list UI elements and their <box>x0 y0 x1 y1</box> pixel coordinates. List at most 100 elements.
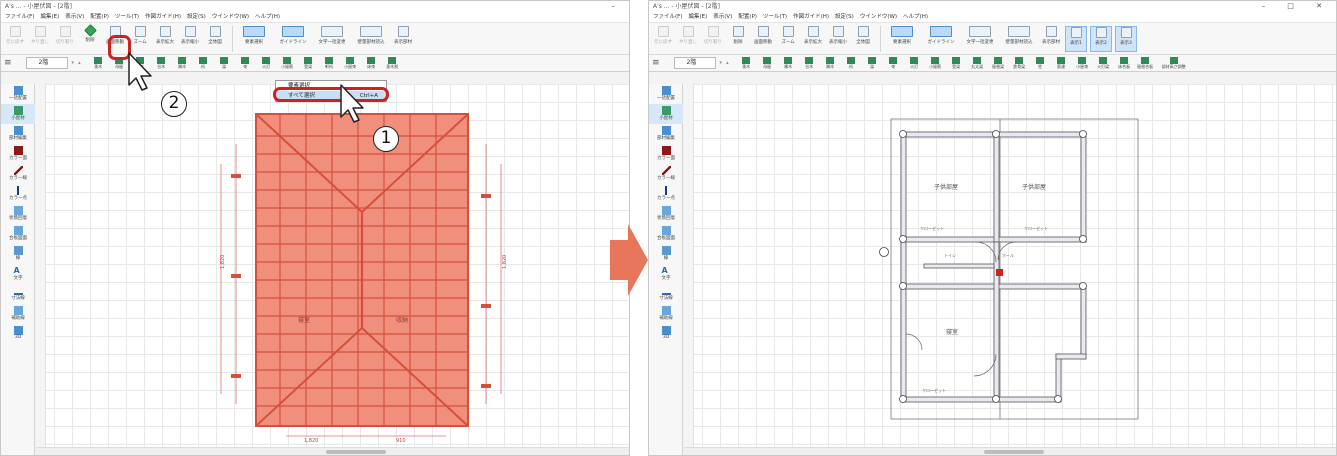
menu-settings[interactable]: 設定(S) <box>187 12 206 22</box>
undo-button[interactable]: 元に戻す <box>4 26 26 52</box>
menu-edit[interactable]: 編集(E) <box>40 12 59 22</box>
tool-climb-beam[interactable]: 登梁 <box>947 56 966 71</box>
menu-file[interactable]: ファイル(F) <box>653 12 682 22</box>
tool-brace[interactable]: 火打 <box>257 56 276 71</box>
horizontal-scrollbar[interactable] <box>36 447 629 455</box>
palette-aux-line[interactable]: 補助線 <box>649 304 683 324</box>
window-controls[interactable]: – <box>612 1 626 12</box>
palette-dimension[interactable]: 寸法線 <box>649 284 683 304</box>
tool-strut[interactable]: 束 <box>884 56 903 71</box>
delete-button[interactable]: 削除 <box>79 24 101 52</box>
tool-roof-plywood[interactable]: 屋根合板 <box>1136 56 1155 71</box>
tool-roof-post[interactable]: 小屋束 <box>1073 56 1092 71</box>
redo-button[interactable]: やり直し <box>677 26 699 52</box>
display-2-button[interactable]: 表示2 <box>1090 26 1112 52</box>
tool-brace[interactable]: 火打 <box>905 56 924 71</box>
palette-color-face[interactable]: カラー面 <box>649 144 683 164</box>
floor-down-arrow-icon[interactable]: ▾ <box>72 60 75 66</box>
zoom-in-button[interactable]: 表示拡大 <box>154 26 176 52</box>
text-batch-button[interactable]: 文字一括変更 <box>314 26 350 52</box>
menu-place[interactable]: 配置(P) <box>90 12 109 22</box>
palette-roof-members[interactable]: 小屋材 <box>649 104 683 124</box>
palette-color-point[interactable]: カラー点 <box>1 184 35 204</box>
guideline-button[interactable]: ガイドライン <box>923 26 959 52</box>
menu-edit[interactable]: 編集(E) <box>688 12 707 22</box>
palette-line[interactable]: 線 <box>1 244 35 264</box>
tool-strut[interactable]: 束 <box>236 56 255 71</box>
tool-girder[interactable]: 桁 <box>194 56 213 71</box>
undo-button[interactable]: 元に戻す <box>652 26 674 52</box>
tool-roof-beam[interactable]: 屋根梁 <box>989 56 1008 71</box>
zoom-button[interactable]: ズーム <box>129 26 151 52</box>
menu-help[interactable]: ヘルプ(H) <box>255 12 280 22</box>
tool-beam[interactable]: 梁 <box>863 56 882 71</box>
menu-lines-icon[interactable]: ≡ <box>652 58 660 68</box>
palette-aux-line[interactable]: 補助線 <box>1 304 35 324</box>
palette-color-line[interactable]: カラー線 <box>1 164 35 184</box>
tool-roof-brace[interactable]: 小屋筋 <box>278 56 297 71</box>
tool-beam[interactable]: 梁 <box>215 56 234 71</box>
palette-color-point[interactable]: カラー点 <box>649 184 683 204</box>
menu-view[interactable]: 表示(V) <box>65 12 84 22</box>
menu-guide[interactable]: 作図ガイド(H) <box>793 12 829 22</box>
menu-view[interactable]: 表示(V) <box>713 12 732 22</box>
tool-rafter[interactable]: 垂木 <box>89 56 108 71</box>
tool-brace-beam[interactable]: 火打梁 <box>1094 56 1113 71</box>
cut-button[interactable]: 切り取り <box>702 26 724 52</box>
menu-window[interactable]: ウインドウ(W) <box>860 12 897 22</box>
menu-help[interactable]: ヘルプ(H) <box>903 12 928 22</box>
palette-dimension[interactable]: 寸法線 <box>1 284 35 304</box>
tool-column[interactable]: 柱 <box>1031 56 1050 71</box>
load-wall-members-button[interactable]: 壁量部材読込 <box>353 26 389 52</box>
guideline-button[interactable]: ガイドライン <box>275 26 311 52</box>
select-element-button[interactable]: 要素選択 <box>236 26 272 52</box>
tool-rafter[interactable]: 垂木 <box>737 56 756 71</box>
redo-button[interactable]: やり直し <box>29 26 51 52</box>
floor-down-arrow-icon[interactable]: ▾ <box>720 60 723 66</box>
menu-tool[interactable]: ツール(T) <box>115 12 139 22</box>
tool-bracing[interactable]: 筋違 <box>1052 56 1071 71</box>
palette-line[interactable]: 線 <box>649 244 683 264</box>
menu-window[interactable]: ウインドウ(W) <box>212 12 249 22</box>
zoom-out-button[interactable]: 表示縮小 <box>827 26 849 52</box>
select-element-button[interactable]: 要素選択 <box>884 26 920 52</box>
display-members-button[interactable]: 表示部材 <box>392 26 414 52</box>
fit-all-button[interactable]: 全体図 <box>852 26 874 52</box>
palette-member-edit[interactable]: 部材編集 <box>1 124 35 144</box>
zoom-button[interactable]: ズーム <box>777 26 799 52</box>
tool-hip[interactable]: 隅木 <box>173 56 192 71</box>
palette-plywood[interactable]: 合板図面 <box>649 224 683 244</box>
palette-restore[interactable]: 状態回復 <box>649 204 683 224</box>
tool-roof-post[interactable]: 小屋束 <box>341 56 360 71</box>
palette-batch-place[interactable]: 一括配置 <box>649 84 683 104</box>
display-1-button[interactable]: 表示1 <box>1065 26 1087 52</box>
tool-floor-post[interactable]: 床束 <box>362 56 381 71</box>
load-wall-members-button[interactable]: 壁量部材読込 <box>1001 26 1037 52</box>
display-3-button[interactable]: 表示3 <box>1115 26 1137 52</box>
palette-text[interactable]: A 文字 <box>649 264 683 284</box>
floor-select[interactable]: 2階 <box>25 57 68 69</box>
zoom-out-button[interactable]: 表示縮小 <box>179 26 201 52</box>
palette-restore[interactable]: 状態回復 <box>1 204 35 224</box>
tool-steel-beam[interactable]: 鉄骨梁 <box>1010 56 1029 71</box>
tool-floor-plywood[interactable]: 床合板 <box>1115 56 1134 71</box>
drawing-canvas[interactable]: 寝室 収納 1,820 1,820 1,820 910 <box>36 84 629 447</box>
tool-purlin[interactable]: 母屋 <box>758 56 777 71</box>
palette-batch-place[interactable]: 一括配置 <box>1 84 35 104</box>
scrollbar-thumb[interactable] <box>984 450 1044 454</box>
cut-button[interactable]: 切り取り <box>54 26 76 52</box>
menu-file[interactable]: ファイル(F) <box>5 12 34 22</box>
menu-settings[interactable]: 設定(S) <box>835 12 854 22</box>
horizontal-scrollbar[interactable] <box>684 447 1336 455</box>
floor-select[interactable]: 2階 <box>673 57 716 69</box>
fit-all-button[interactable]: 全体図 <box>204 26 226 52</box>
tool-ridge[interactable]: 棟木 <box>779 56 798 71</box>
palette-color-line[interactable]: カラー線 <box>649 164 683 184</box>
tool-roof-brace[interactable]: 小屋筋 <box>926 56 945 71</box>
display-members-button[interactable]: 表示部材 <box>1040 26 1062 52</box>
menu-place[interactable]: 配置(P) <box>738 12 757 22</box>
tool-eave-girder[interactable]: 軒桁 <box>320 56 339 71</box>
text-batch-button[interactable]: 文字一括変更 <box>962 26 998 52</box>
delete-button[interactable]: 削除 <box>727 26 749 52</box>
tool-girder[interactable]: 桁 <box>842 56 861 71</box>
